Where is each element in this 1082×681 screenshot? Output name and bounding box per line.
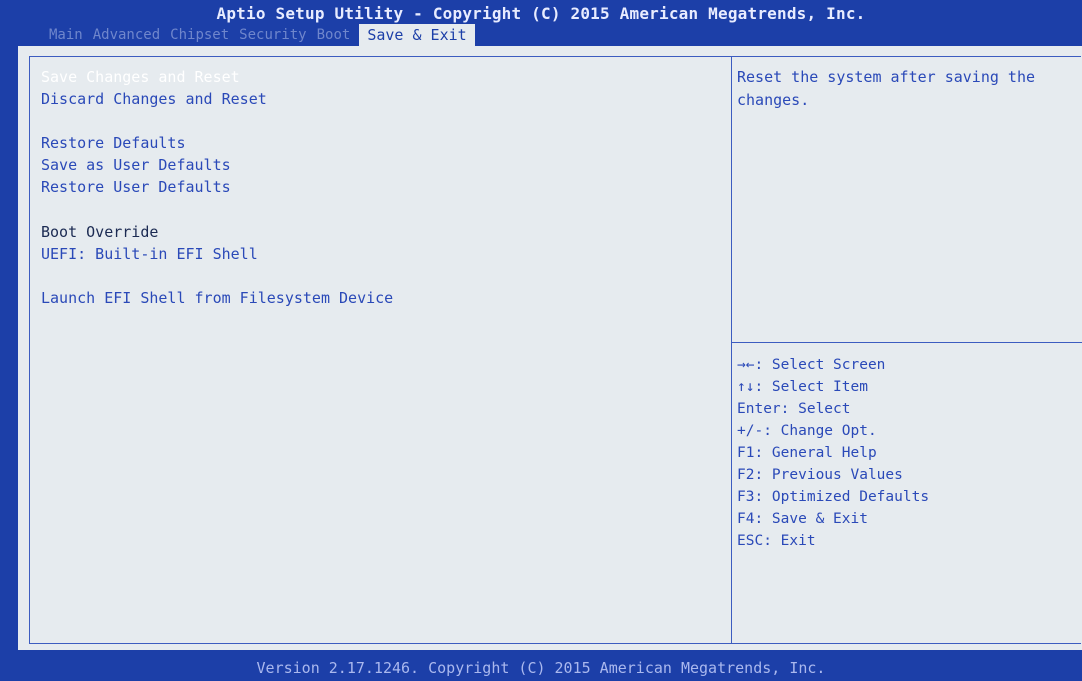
tab-boot[interactable]: Boot — [312, 25, 356, 46]
vertical-divider — [731, 56, 732, 644]
key-optimized-defaults: F3: Optimized Defaults — [737, 489, 930, 505]
key-esc-exit: ESC: Exit — [737, 533, 816, 549]
tab-bar: Main Advanced Chipset Security Boot Save… — [44, 24, 475, 46]
tab-save-exit[interactable]: Save & Exit — [359, 24, 475, 46]
tab-advanced[interactable]: Advanced — [88, 25, 165, 46]
key-select-item: ↑↓: Select Item — [737, 379, 868, 395]
help-divider — [732, 342, 1082, 343]
key-general-help: F1: General Help — [737, 445, 877, 461]
menu-item-save-user-defaults[interactable]: Save as User Defaults — [39, 154, 233, 176]
key-select-screen: →←: Select Screen — [737, 357, 886, 373]
key-legend: →←: Select Screen ↑↓: Select Item Enter:… — [737, 354, 929, 552]
header-bar: Aptio Setup Utility - Copyright (C) 2015… — [0, 0, 1082, 46]
help-text: Reset the system after saving the change… — [737, 68, 1036, 109]
tab-chipset[interactable]: Chipset — [165, 25, 234, 46]
version-text: Version 2.17.1246. Copyright (C) 2015 Am… — [256, 659, 826, 677]
menu-item-uefi-efi-shell[interactable]: UEFI: Built-in EFI Shell — [39, 243, 260, 265]
help-panel: Reset the system after saving the change… — [737, 66, 1077, 112]
boot-override-heading: Boot Override — [41, 223, 159, 241]
key-previous-values: F2: Previous Values — [737, 467, 903, 483]
tab-main[interactable]: Main — [44, 25, 88, 46]
menu-item-restore-user-defaults[interactable]: Restore User Defaults — [39, 176, 233, 198]
menu-item-discard-changes-reset[interactable]: Discard Changes and Reset — [39, 88, 269, 110]
menu-item-restore-defaults[interactable]: Restore Defaults — [39, 132, 188, 154]
bios-screen: Aptio Setup Utility - Copyright (C) 2015… — [0, 0, 1082, 681]
menu-item-launch-efi-shell[interactable]: Launch EFI Shell from Filesystem Device — [39, 287, 395, 309]
key-change-opt: +/-: Change Opt. — [737, 423, 877, 439]
window-title: Aptio Setup Utility - Copyright (C) 2015… — [216, 4, 866, 23]
footer-bar: Version 2.17.1246. Copyright (C) 2015 Am… — [0, 650, 1082, 681]
tab-security[interactable]: Security — [234, 25, 311, 46]
menu-item-save-changes-reset[interactable]: Save Changes and Reset — [39, 66, 242, 88]
key-enter-select: Enter: Select — [737, 401, 851, 417]
main-panel: Save Changes and Reset Discard Changes a… — [18, 46, 1082, 650]
key-save-exit: F4: Save & Exit — [737, 511, 868, 527]
